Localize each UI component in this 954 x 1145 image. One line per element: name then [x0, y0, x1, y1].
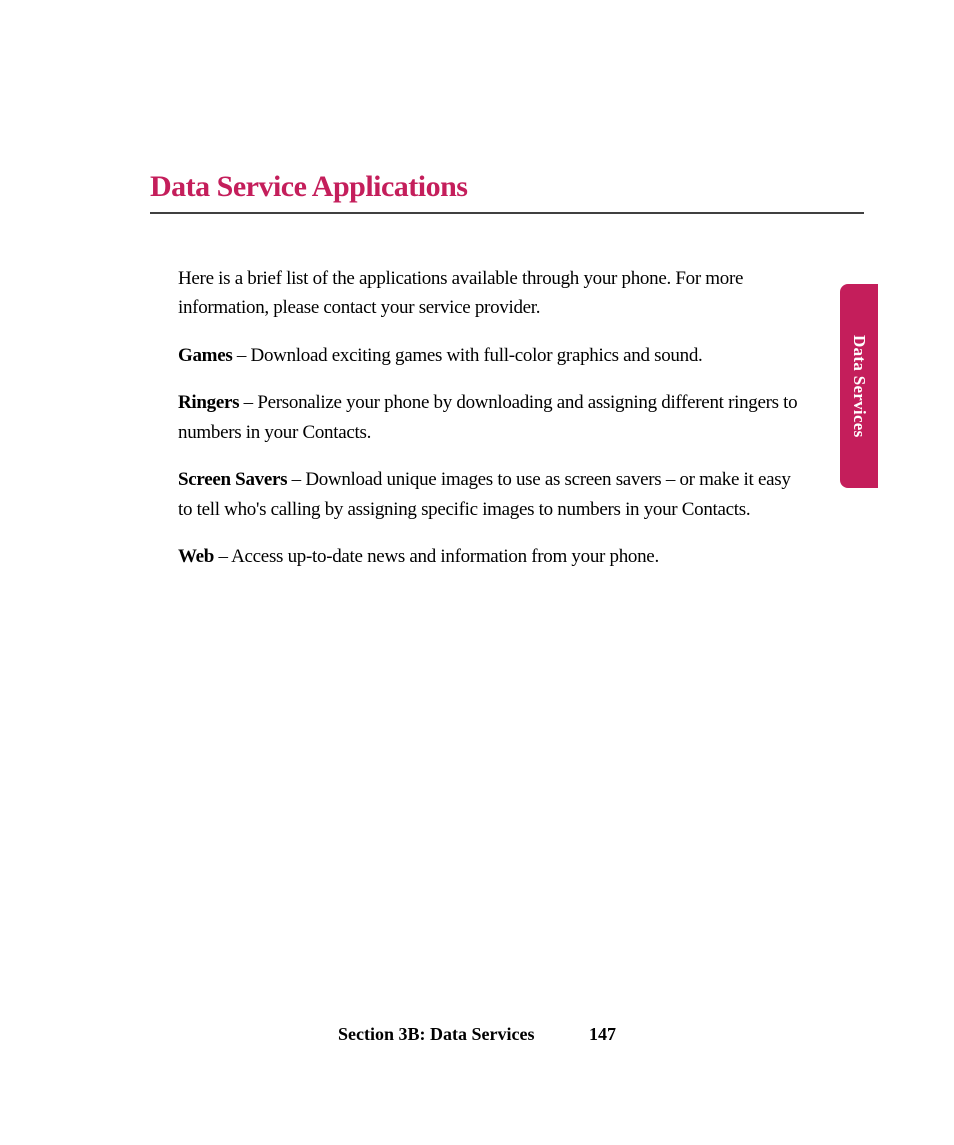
footer-page-number: 147 — [589, 1024, 616, 1044]
feature-separator: – — [287, 469, 305, 490]
feature-separator: – — [214, 546, 231, 567]
feature-ringers: Ringers – Personalize your phone by down… — [178, 388, 799, 447]
feature-description-web: Access up-to-date news and information f… — [231, 546, 659, 567]
feature-label-games: Games — [178, 345, 232, 366]
intro-paragraph: Here is a brief list of the applications… — [178, 264, 799, 323]
footer-section-label: Section 3B: Data Services — [338, 1024, 534, 1044]
feature-games: Games – Download exciting games with ful… — [178, 341, 799, 370]
page-footer: Section 3B: Data Services 147 — [0, 1024, 954, 1045]
feature-label-ringers: Ringers — [178, 392, 239, 413]
feature-description-ringers: Personalize your phone by downloading an… — [178, 392, 797, 442]
feature-label-screen-savers: Screen Savers — [178, 469, 287, 490]
side-tab: Data Services — [840, 284, 878, 488]
feature-separator: – — [239, 392, 257, 413]
body-content: Here is a brief list of the applications… — [150, 264, 864, 572]
feature-screen-savers: Screen Savers – Download unique images t… — [178, 465, 799, 524]
side-tab-label: Data Services — [849, 335, 869, 438]
feature-description-games: Download exciting games with full-color … — [251, 345, 703, 366]
page-heading: Data Service Applications — [150, 170, 864, 214]
page-container: Data Service Applications Here is a brie… — [0, 0, 954, 1145]
feature-separator: – — [232, 345, 250, 366]
feature-web: Web – Access up-to-date news and informa… — [178, 542, 799, 571]
feature-label-web: Web — [178, 546, 214, 567]
